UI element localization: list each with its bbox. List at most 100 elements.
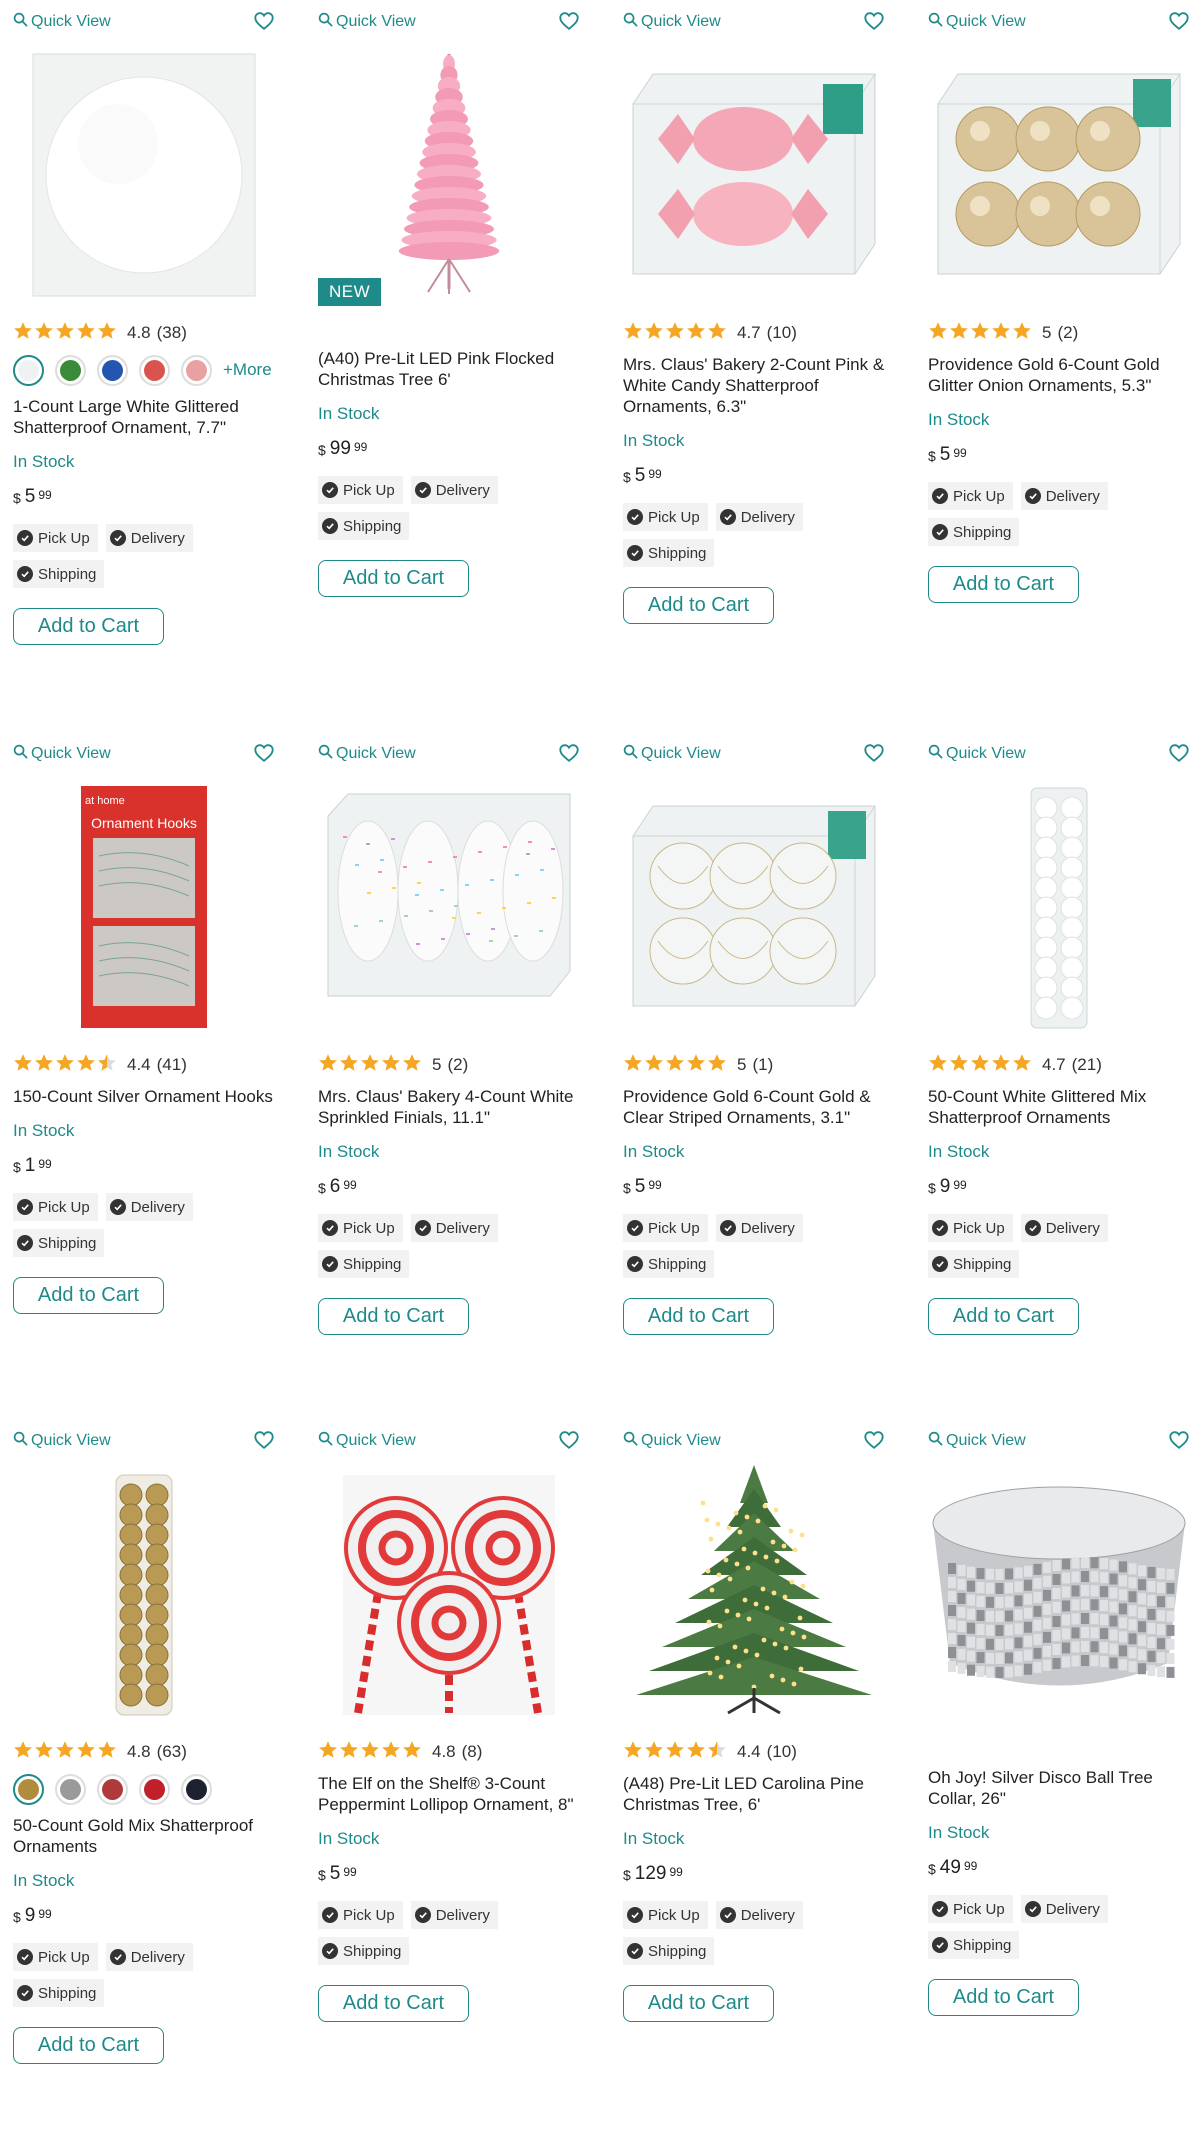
quick-view-link[interactable]: Quick View xyxy=(13,744,111,764)
heart-icon[interactable] xyxy=(1168,1429,1190,1451)
color-swatch[interactable] xyxy=(181,354,212,386)
shipping-chip[interactable]: Shipping xyxy=(928,1931,1020,1959)
product-title[interactable]: (A48) Pre-Lit LED Carolina Pine Christma… xyxy=(623,1773,893,1815)
quick-view-link[interactable]: Quick View xyxy=(13,12,111,32)
shipping-chip[interactable]: Shipping xyxy=(318,1937,410,1965)
color-swatch[interactable] xyxy=(55,1773,86,1805)
shipping-chip[interactable]: Shipping xyxy=(13,1229,105,1257)
color-swatch[interactable] xyxy=(97,1773,128,1805)
shipping-chip[interactable]: Shipping xyxy=(623,539,715,567)
color-swatch[interactable] xyxy=(139,354,170,386)
delivery-chip[interactable]: Delivery xyxy=(715,503,803,531)
quick-view-link[interactable]: Quick View xyxy=(623,1431,721,1451)
product-title[interactable]: 50-Count Gold Mix Shatterproof Ornaments xyxy=(13,1815,283,1857)
heart-icon[interactable] xyxy=(1168,742,1190,764)
heart-icon[interactable] xyxy=(253,10,275,32)
quick-view-link[interactable]: Quick View xyxy=(928,1431,1026,1451)
pickup-chip[interactable]: Pick Up xyxy=(318,1214,403,1242)
add-to-cart-button[interactable]: Add to Cart xyxy=(623,1985,774,2022)
product-title[interactable]: 150-Count Silver Ornament Hooks xyxy=(13,1086,283,1107)
product-image[interactable] xyxy=(13,44,275,306)
shipping-chip[interactable]: Shipping xyxy=(318,1250,410,1278)
rating-row[interactable]: 5 (2) xyxy=(318,1050,588,1080)
quick-view-link[interactable]: Quick View xyxy=(318,1431,416,1451)
add-to-cart-button[interactable]: Add to Cart xyxy=(928,566,1079,603)
quick-view-link[interactable]: Quick View xyxy=(318,12,416,32)
heart-icon[interactable] xyxy=(558,1429,580,1451)
product-image[interactable] xyxy=(623,776,885,1038)
product-title[interactable]: 1-Count Large White Glittered Shatterpro… xyxy=(13,396,283,438)
heart-icon[interactable] xyxy=(558,742,580,764)
rating-row[interactable]: 5 (1) xyxy=(623,1050,893,1080)
rating-row[interactable]: 4.4 (10) xyxy=(623,1737,893,1767)
color-swatch[interactable] xyxy=(181,1773,212,1805)
product-title[interactable]: Providence Gold 6-Count Gold Glitter Oni… xyxy=(928,354,1198,396)
color-swatch[interactable] xyxy=(13,1773,44,1805)
shipping-chip[interactable]: Shipping xyxy=(928,1250,1020,1278)
pickup-chip[interactable]: Pick Up xyxy=(928,482,1013,510)
more-colors-link[interactable]: +More xyxy=(223,360,272,380)
heart-icon[interactable] xyxy=(253,742,275,764)
delivery-chip[interactable]: Delivery xyxy=(410,476,498,504)
add-to-cart-button[interactable]: Add to Cart xyxy=(928,1298,1079,1335)
rating-row[interactable]: 4.8 (38) xyxy=(13,318,283,348)
color-swatch[interactable] xyxy=(139,1773,170,1805)
pickup-chip[interactable]: Pick Up xyxy=(13,1193,98,1221)
rating-row[interactable]: 4.7 (10) xyxy=(623,318,893,348)
product-image[interactable]: NEW xyxy=(318,44,580,306)
delivery-chip[interactable]: Delivery xyxy=(410,1214,498,1242)
product-image[interactable] xyxy=(928,44,1190,306)
product-title[interactable]: (A40) Pre-Lit LED Pink Flocked Christmas… xyxy=(318,348,588,390)
quick-view-link[interactable]: Quick View xyxy=(623,12,721,32)
pickup-chip[interactable]: Pick Up xyxy=(623,1901,708,1929)
heart-icon[interactable] xyxy=(863,742,885,764)
color-swatch[interactable] xyxy=(97,354,128,386)
shipping-chip[interactable]: Shipping xyxy=(13,560,105,588)
pickup-chip[interactable]: Pick Up xyxy=(928,1895,1013,1923)
rating-row[interactable]: 4.4 (41) xyxy=(13,1050,283,1080)
delivery-chip[interactable]: Delivery xyxy=(1020,1214,1108,1242)
delivery-chip[interactable]: Delivery xyxy=(105,1943,193,1971)
product-image[interactable] xyxy=(13,1463,275,1725)
product-image[interactable] xyxy=(318,776,580,1038)
delivery-chip[interactable]: Delivery xyxy=(105,524,193,552)
delivery-chip[interactable]: Delivery xyxy=(1020,482,1108,510)
pickup-chip[interactable]: Pick Up xyxy=(318,1901,403,1929)
product-image[interactable] xyxy=(318,1463,580,1725)
add-to-cart-button[interactable]: Add to Cart xyxy=(928,1979,1079,2016)
add-to-cart-button[interactable]: Add to Cart xyxy=(623,587,774,624)
rating-row[interactable]: 4.7 (21) xyxy=(928,1050,1198,1080)
product-title[interactable]: Providence Gold 6-Count Gold & Clear Str… xyxy=(623,1086,893,1128)
add-to-cart-button[interactable]: Add to Cart xyxy=(318,1298,469,1335)
pickup-chip[interactable]: Pick Up xyxy=(623,503,708,531)
product-title[interactable]: 50-Count White Glittered Mix Shatterproo… xyxy=(928,1086,1198,1128)
quick-view-link[interactable]: Quick View xyxy=(13,1431,111,1451)
rating-row[interactable]: 4.8 (63) xyxy=(13,1737,283,1767)
delivery-chip[interactable]: Delivery xyxy=(1020,1895,1108,1923)
delivery-chip[interactable]: Delivery xyxy=(715,1901,803,1929)
product-title[interactable]: The Elf on the Shelf® 3-Count Peppermint… xyxy=(318,1773,588,1815)
quick-view-link[interactable]: Quick View xyxy=(623,744,721,764)
delivery-chip[interactable]: Delivery xyxy=(410,1901,498,1929)
pickup-chip[interactable]: Pick Up xyxy=(623,1214,708,1242)
color-swatch[interactable] xyxy=(55,354,86,386)
product-title[interactable]: Oh Joy! Silver Disco Ball Tree Collar, 2… xyxy=(928,1767,1198,1809)
delivery-chip[interactable]: Delivery xyxy=(715,1214,803,1242)
add-to-cart-button[interactable]: Add to Cart xyxy=(318,560,469,597)
add-to-cart-button[interactable]: Add to Cart xyxy=(318,1985,469,2022)
pickup-chip[interactable]: Pick Up xyxy=(13,524,98,552)
product-title[interactable]: Mrs. Claus' Bakery 2-Count Pink & White … xyxy=(623,354,893,417)
delivery-chip[interactable]: Delivery xyxy=(105,1193,193,1221)
heart-icon[interactable] xyxy=(863,10,885,32)
quick-view-link[interactable]: Quick View xyxy=(318,744,416,764)
product-image[interactable]: at home Ornament Hooks xyxy=(13,776,275,1038)
quick-view-link[interactable]: Quick View xyxy=(928,744,1026,764)
shipping-chip[interactable]: Shipping xyxy=(623,1250,715,1278)
pickup-chip[interactable]: Pick Up xyxy=(13,1943,98,1971)
shipping-chip[interactable]: Shipping xyxy=(318,512,410,540)
pickup-chip[interactable]: Pick Up xyxy=(928,1214,1013,1242)
add-to-cart-button[interactable]: Add to Cart xyxy=(13,608,164,645)
product-image[interactable] xyxy=(928,1463,1190,1725)
shipping-chip[interactable]: Shipping xyxy=(623,1937,715,1965)
add-to-cart-button[interactable]: Add to Cart xyxy=(13,1277,164,1314)
